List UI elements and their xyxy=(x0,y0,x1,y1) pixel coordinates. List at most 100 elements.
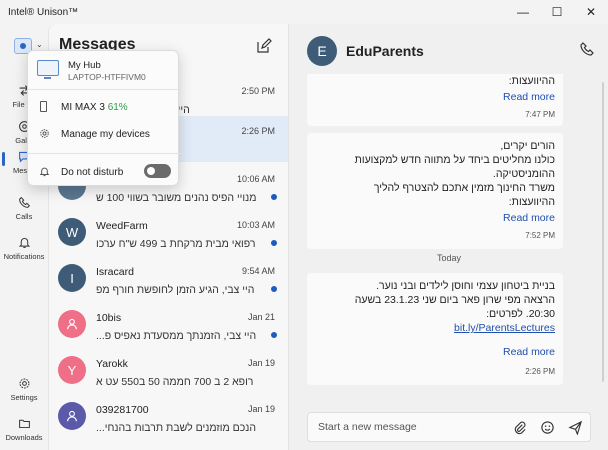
message-bubble: ההיוועצות: Read more 7:47 PM xyxy=(307,74,563,126)
conversation-time: Jan 19 xyxy=(247,404,275,414)
rail-item-calls[interactable]: Calls xyxy=(0,196,48,221)
rail-item-downloads[interactable]: Downloads xyxy=(0,417,48,442)
do-not-disturb-label: Do not disturb xyxy=(61,167,124,178)
conversation-name: 039281700 xyxy=(96,404,149,416)
manage-devices-link[interactable]: Manage my devices xyxy=(61,129,150,140)
message-composer xyxy=(307,412,591,442)
message-text: בניית ביטחון עצמי וחוסן לילדים ובני נוער… xyxy=(376,280,555,292)
compose-icon[interactable] xyxy=(256,38,272,54)
conversation-preview: היי צבי, הגיע הזמן לחופשת חורף מפ xyxy=(96,284,255,296)
message-text: ההיוועצות: xyxy=(508,75,555,87)
conversation-name: 10bis xyxy=(96,312,122,324)
avatar xyxy=(58,402,86,430)
message-text: 20:30. לפרטים: xyxy=(486,308,555,320)
conversation-time: 2:26 PM xyxy=(241,126,275,136)
message-text: ההומניסטיקה. xyxy=(492,168,555,180)
message-input[interactable] xyxy=(318,421,498,433)
bell-icon xyxy=(0,236,48,250)
monitor-icon xyxy=(37,60,59,79)
scrollbar[interactable] xyxy=(602,82,604,382)
conversation-time: 10:06 AM xyxy=(236,174,275,184)
minimize-button[interactable]: — xyxy=(506,0,540,24)
conversation-preview: רפואי מבית מרקחת ב 499 ש"ח ערכו xyxy=(96,238,256,250)
hub-name: My Hub xyxy=(68,60,101,71)
gear-icon xyxy=(0,377,48,391)
hub-popup: My Hub LAPTOP-HTFFIVM0 MI MAX 3 61% Mana… xyxy=(27,50,180,186)
unread-dot xyxy=(271,194,277,200)
conversation-time: 9:54 AM xyxy=(241,266,275,276)
gear-icon xyxy=(39,128,50,139)
phone-icon xyxy=(0,196,48,210)
chevron-down-icon[interactable]: ⌄ xyxy=(36,40,43,49)
message-time: 7:52 PM xyxy=(525,231,555,240)
emoji-icon[interactable] xyxy=(540,420,555,435)
conversation-preview: היי צבי, הזמנתך ממסעדת נאפיס פ... xyxy=(96,330,257,342)
divider xyxy=(28,89,180,90)
person-icon xyxy=(67,410,77,422)
device-name: MI MAX 3 xyxy=(61,102,105,113)
message-text: ההיוועצות: xyxy=(508,196,555,208)
conversation-time: Jan 19 xyxy=(247,358,275,368)
laptop-name: LAPTOP-HTFFIVM0 xyxy=(68,72,146,82)
battery-level: 61% xyxy=(107,102,128,113)
close-button[interactable]: ✕ xyxy=(574,0,608,24)
rail-item-label: Calls xyxy=(15,212,33,221)
app-title: Intel® Unison™ xyxy=(8,6,79,18)
rail-item-label: Downloads xyxy=(5,433,43,442)
conversation-name: Isracard xyxy=(96,266,134,278)
title-bar: Intel® Unison™ — ☐ ✕ xyxy=(0,0,608,24)
rail-item-notifications[interactable]: Notifications xyxy=(0,236,48,261)
chat-pane: E EduParents ההיוועצות: Read more 7:47 P… xyxy=(288,24,608,450)
unread-dot xyxy=(271,332,277,338)
rail-item-settings[interactable]: Settings xyxy=(0,377,48,402)
message-time: 2:26 PM xyxy=(525,367,555,376)
message-link[interactable]: bit.ly/ParentsLectures xyxy=(315,321,555,335)
conversation-preview: הנכם מוזמנים לשבת תרבות בהנחי... xyxy=(96,422,256,434)
conversation-item[interactable]: 10bis Jan 21 היי צבי, הזמנתך ממסעדת נאפיס … xyxy=(49,302,288,348)
attach-icon[interactable] xyxy=(512,420,527,435)
conversation-item[interactable]: 039281700 Jan 19 הנכם מוזמנים לשבת תרבות ב… xyxy=(49,394,288,440)
conversation-preview: רופא 2 ב 700 חממה 50 ב550 עט א xyxy=(96,376,254,388)
message-text: כולנו מחליטים ביחד על מתווה חדש למקצועות xyxy=(354,154,555,166)
conversation-name: WeedFarm xyxy=(96,220,148,232)
conversation-item[interactable]: I Isracard 9:54 AM היי צבי, הגיע הזמן לחופש… xyxy=(49,256,288,302)
contact-name: EduParents xyxy=(346,43,424,59)
conversation-time: Jan 21 xyxy=(247,312,275,322)
phone-device-icon xyxy=(40,101,47,112)
conversation-item[interactable]: W WeedFarm 10:03 AM רפואי מבית מרקחת ב 499 … xyxy=(49,210,288,256)
person-icon xyxy=(67,318,77,330)
maximize-button[interactable]: ☐ xyxy=(540,0,574,24)
conversation-preview: מנויי הפיס נהנים משובר בשווי 100 ש xyxy=(96,192,257,204)
bell-icon xyxy=(39,166,50,177)
conversation-time: 2:50 PM xyxy=(241,86,275,96)
unread-dot xyxy=(271,286,277,292)
avatar: W xyxy=(58,218,86,246)
message-time: 7:47 PM xyxy=(525,110,555,119)
message-text: משרד החינוך מזמין אתכם להצטרף להליך xyxy=(373,182,555,194)
conversation-item[interactable]: Y Yarokk Jan 19 רופא 2 ב 700 חממה 50 ב550 ע… xyxy=(49,348,288,394)
message-bubble: הורים יקרים, כולנו מחליטים ביחד על מתווה… xyxy=(307,133,563,249)
avatar xyxy=(58,310,86,338)
rail-item-label: Settings xyxy=(10,393,38,402)
read-more-link[interactable]: Read more xyxy=(315,345,555,359)
rail-item-label: Notifications xyxy=(3,252,45,261)
day-separator: Today xyxy=(436,253,462,263)
device-info[interactable]: MI MAX 3 61% xyxy=(61,102,128,113)
divider xyxy=(28,153,180,154)
chat-header: E EduParents xyxy=(289,24,608,74)
avatar: I xyxy=(58,264,86,292)
avatar: Y xyxy=(58,356,86,384)
read-more-link[interactable]: Read more xyxy=(315,211,555,225)
message-thread[interactable]: ההיוועצות: Read more 7:47 PM הורים יקרים… xyxy=(289,74,608,406)
unread-dot xyxy=(271,240,277,246)
folder-icon xyxy=(0,417,48,431)
conversation-name: Yarokk xyxy=(96,358,128,370)
send-icon[interactable] xyxy=(568,420,583,436)
read-more-link[interactable]: Read more xyxy=(315,90,555,104)
message-text: הרצאה מפי שרון פאר ביום שני 23.1.23 בשעה xyxy=(354,294,555,306)
message-bubble: בניית ביטחון עצמי וחוסן לילדים ובני נוער… xyxy=(307,273,563,385)
conversation-time: 10:03 AM xyxy=(236,220,275,230)
do-not-disturb-toggle[interactable] xyxy=(144,164,171,178)
call-button[interactable] xyxy=(579,41,595,57)
message-text: הורים יקרים, xyxy=(500,140,555,152)
